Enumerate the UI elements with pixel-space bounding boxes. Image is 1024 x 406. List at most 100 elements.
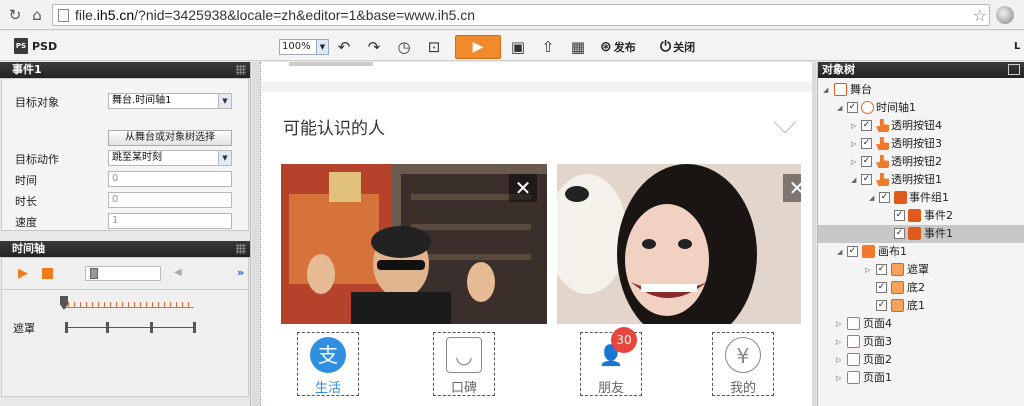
visibility-checkbox[interactable]: ✓ <box>876 300 887 311</box>
person-photo-2[interactable]: ✕ <box>557 164 801 324</box>
publish-button[interactable]: ⊛ 发布 <box>600 38 636 56</box>
bookmark-star-icon[interactable]: ☆ <box>973 6 987 25</box>
tree-item-base-2[interactable]: ✓ 底2 <box>818 279 1024 297</box>
collapsed-triangle-icon[interactable]: ▷ <box>836 369 841 387</box>
redo-icon[interactable]: ↷ <box>364 38 384 56</box>
hand-button-icon <box>876 173 889 186</box>
visibility-checkbox[interactable]: ✓ <box>876 264 887 275</box>
collapsed-triangle-icon[interactable]: ▷ <box>836 333 841 351</box>
visibility-checkbox[interactable]: ✓ <box>861 156 872 167</box>
stage-canvas[interactable]: 可能认识的人 ✕ 支 生活 ◡ 口碑 👤 30 朋友 ¥ 我的 <box>260 62 812 406</box>
address-bar[interactable]: file.ih5.cn/?nid=3425938&locale=zh&edito… <box>52 4 990 26</box>
target-object-select[interactable]: 舞台.时间轴1 ▼ <box>108 93 232 109</box>
history-icon[interactable]: ◷ <box>394 38 414 56</box>
visibility-checkbox[interactable]: ✓ <box>894 210 905 221</box>
expand-more-icon[interactable]: » <box>237 266 244 279</box>
person-photo-1[interactable]: ✕ <box>281 164 547 324</box>
publish-label: 发布 <box>613 41 636 54</box>
expanded-triangle-icon[interactable]: ◢ <box>851 171 856 189</box>
triangle-left-icon[interactable]: ◀ <box>174 267 182 278</box>
pick-from-stage-button[interactable]: 从舞台或对象树选择 <box>108 130 232 146</box>
section-title: 可能认识的人 <box>283 119 385 139</box>
collapsed-triangle-icon[interactable]: ▷ <box>851 117 856 135</box>
play-icon[interactable]: ▶ <box>18 266 28 281</box>
tab-reputation[interactable]: ◡ 口碑 <box>433 332 495 396</box>
visibility-checkbox[interactable]: ✓ <box>879 192 890 203</box>
target-action-select[interactable]: 跳至某时刻 ▼ <box>108 150 232 166</box>
keyframe[interactable] <box>65 322 68 333</box>
keyframe[interactable] <box>150 322 153 333</box>
home-icon[interactable]: ⌂ <box>28 6 46 24</box>
save-icon[interactable]: ▣ <box>508 38 528 56</box>
visibility-checkbox[interactable]: ✓ <box>894 228 905 239</box>
tab-life[interactable]: 支 生活 <box>297 332 359 396</box>
tree-item-transparent-button-2[interactable]: ▷ ✓ 透明按钮2 <box>818 153 1024 171</box>
page-icon <box>847 371 860 384</box>
visibility-checkbox[interactable]: ✓ <box>876 282 887 293</box>
reload-icon[interactable]: ↻ <box>6 6 24 24</box>
collapsed-triangle-icon[interactable]: ▷ <box>865 261 870 279</box>
expanded-triangle-icon[interactable]: ◢ <box>869 189 874 207</box>
visibility-checkbox[interactable]: ✓ <box>861 174 872 185</box>
chevron-down-icon[interactable] <box>773 110 797 134</box>
stop-icon[interactable] <box>42 268 53 279</box>
tree-item-page-3[interactable]: ▷ 页面3 <box>818 333 1024 351</box>
tab-mine[interactable]: ¥ 我的 <box>712 332 774 396</box>
preview-play-button[interactable]: ▶ <box>455 35 501 59</box>
expanded-triangle-icon[interactable]: ◢ <box>837 243 842 261</box>
tree-item-transparent-button-3[interactable]: ▷ ✓ 透明按钮3 <box>818 135 1024 153</box>
tree-item-event-2[interactable]: ✓ 事件2 <box>818 207 1024 225</box>
speed-input[interactable]: 1 <box>108 213 232 229</box>
time-input[interactable]: 0 <box>108 171 232 187</box>
tree-item-transparent-button-4[interactable]: ▷ ✓ 透明按钮4 <box>818 117 1024 135</box>
event-icon <box>908 227 921 240</box>
stage-top-element[interactable] <box>289 62 373 66</box>
target-action-value: 跳至某时刻 <box>112 152 162 163</box>
tree-item-transparent-button-1[interactable]: ◢ ✓ 透明按钮1 <box>818 171 1024 189</box>
keyframe[interactable] <box>193 322 196 333</box>
time-ruler[interactable] <box>62 298 194 308</box>
psd-button[interactable]: PS PSD <box>14 37 57 55</box>
track-line <box>66 327 196 328</box>
collapsed-triangle-icon[interactable]: ▷ <box>836 351 841 369</box>
tree-item-event-1[interactable]: ✓ 事件1 <box>818 225 1024 243</box>
close-icon[interactable]: ✕ <box>509 174 537 202</box>
grip-icon[interactable] <box>236 65 246 75</box>
collapsed-triangle-icon[interactable]: ▷ <box>851 135 856 153</box>
collapsed-triangle-icon[interactable]: ▷ <box>836 315 841 333</box>
expanded-triangle-icon[interactable]: ◢ <box>837 99 842 117</box>
visibility-checkbox[interactable]: ✓ <box>847 102 858 113</box>
timeline-scrubber[interactable] <box>85 266 161 281</box>
photo-2-art <box>557 164 801 324</box>
extension-icon[interactable] <box>996 6 1014 24</box>
zoom-select[interactable]: 100% ▼ <box>279 39 329 55</box>
tree-item-timeline[interactable]: ◢ ✓ 时间轴1 <box>818 99 1024 117</box>
keyframe[interactable] <box>106 322 109 333</box>
grip-icon[interactable] <box>236 244 246 254</box>
collapsed-triangle-icon[interactable]: ▷ <box>851 153 856 171</box>
close-button[interactable]: ⏻ 关闭 <box>660 38 695 56</box>
tree-item-mask[interactable]: ▷ ✓ 遮罩 <box>818 261 1024 279</box>
panel-toggle-icon[interactable] <box>1008 64 1020 75</box>
tree-item-canvas-1[interactable]: ◢ ✓ 画布1 <box>818 243 1024 261</box>
visibility-checkbox[interactable]: ✓ <box>847 246 858 257</box>
visibility-checkbox[interactable]: ✓ <box>861 138 872 149</box>
tree-item-event-group-1[interactable]: ◢ ✓ 事件组1 <box>818 189 1024 207</box>
tab-friends[interactable]: 👤 30 朋友 <box>580 327 642 396</box>
tree-item-stage[interactable]: ◢ 舞台 <box>818 81 1024 99</box>
chevron-down-icon: ▼ <box>218 94 231 108</box>
upload-icon[interactable]: ⇧ <box>538 38 558 56</box>
visibility-checkbox[interactable]: ✓ <box>861 120 872 131</box>
screenshot-icon[interactable]: ⊡ <box>424 38 444 56</box>
duration-input[interactable]: 0 <box>108 192 232 208</box>
close-icon[interactable]: ✕ <box>783 174 801 202</box>
timeline-panel-header: 时间轴 <box>0 241 250 257</box>
expanded-triangle-icon[interactable]: ◢ <box>823 81 828 99</box>
tree-item-page-1[interactable]: ▷ 页面1 <box>818 369 1024 387</box>
undo-icon[interactable]: ↶ <box>334 38 354 56</box>
tree-item-base-1[interactable]: ✓ 底1 <box>818 297 1024 315</box>
tree-item-page-4[interactable]: ▷ 页面4 <box>818 315 1024 333</box>
tree-item-page-2[interactable]: ▷ 页面2 <box>818 351 1024 369</box>
qrcode-icon[interactable]: ▦ <box>568 38 588 56</box>
scrubber-knob[interactable] <box>90 268 98 279</box>
